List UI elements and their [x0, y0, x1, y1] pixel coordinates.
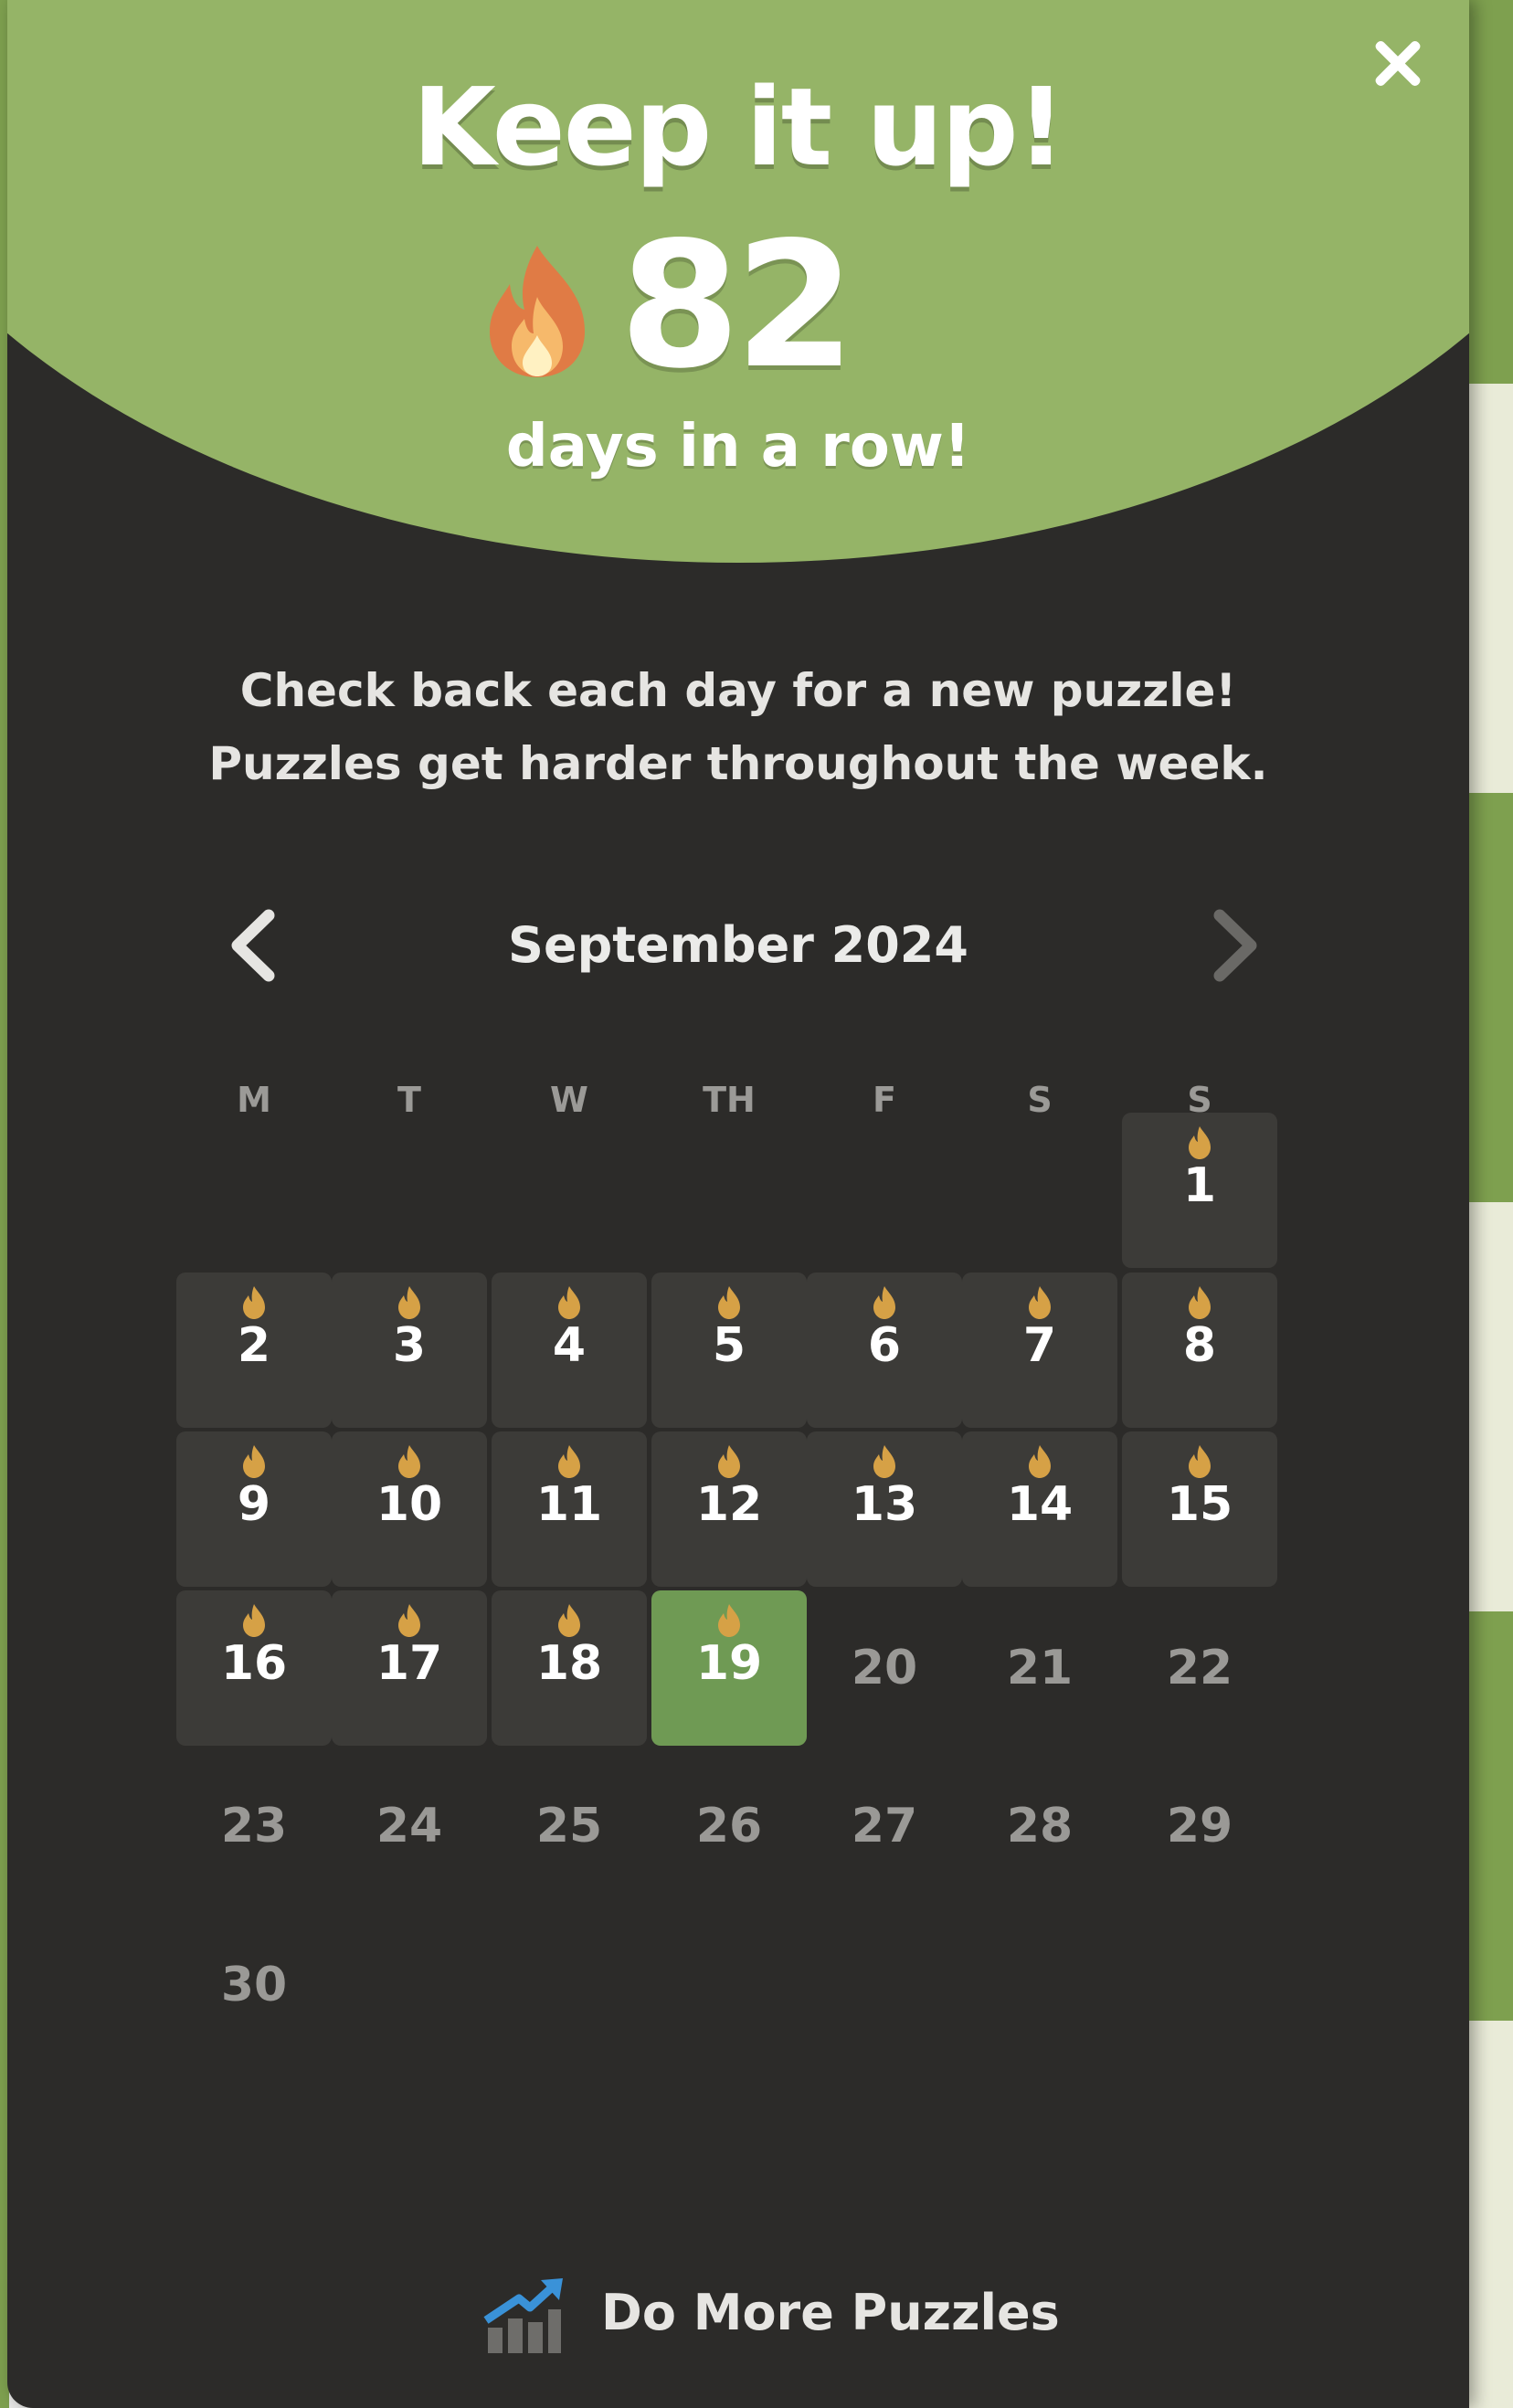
info-line-2: Puzzles get harder throughout the week.: [208, 737, 1268, 790]
streak-caption: days in a row!: [505, 413, 971, 481]
flame-icon: [1029, 1445, 1051, 1478]
day-number: 29: [1166, 1799, 1233, 1854]
calendar-day-30: 30: [176, 1907, 332, 2063]
flame-icon: [398, 1604, 420, 1637]
flame-icon: [718, 1286, 740, 1319]
day-number: 28: [1006, 1799, 1074, 1854]
calendar-day-23: 23: [176, 1748, 332, 1904]
flame-icon: [1189, 1445, 1211, 1478]
day-number: 23: [220, 1799, 288, 1854]
day-number: 17: [376, 1636, 443, 1691]
calendar-day-2[interactable]: 2: [176, 1273, 332, 1428]
day-number: 20: [851, 1641, 918, 1695]
day-number: 4: [552, 1318, 587, 1373]
day-number: 30: [220, 1958, 288, 2012]
calendar-day-22: 22: [1122, 1590, 1277, 1746]
day-number: 27: [851, 1799, 918, 1854]
calendar-day-14[interactable]: 14: [962, 1431, 1117, 1587]
day-number: 14: [1006, 1477, 1074, 1532]
flame-icon: [398, 1445, 420, 1478]
day-number: 1: [1182, 1158, 1217, 1213]
calendar-day-8[interactable]: 8: [1122, 1273, 1277, 1428]
calendar-day-11[interactable]: 11: [492, 1431, 647, 1587]
flame-icon: [243, 1286, 265, 1319]
flame-icon: [398, 1286, 420, 1319]
flame-icon: [558, 1286, 580, 1319]
calendar-day-7[interactable]: 7: [962, 1273, 1117, 1428]
info-line-1: Check back each day for a new puzzle!: [239, 664, 1237, 717]
calendar-day-6[interactable]: 6: [807, 1273, 962, 1428]
calendar-day-3[interactable]: 3: [332, 1273, 487, 1428]
calendar-day-20: 20: [807, 1590, 962, 1746]
chevron-right-icon: [1213, 909, 1257, 982]
calendar-day-18[interactable]: 18: [492, 1590, 647, 1746]
weekday-label: S: [1027, 1080, 1053, 1120]
calendar-day-27: 27: [807, 1748, 962, 1904]
weekday-label: W: [550, 1080, 588, 1120]
flame-icon: [1029, 1286, 1051, 1319]
flame-icon: [873, 1286, 895, 1319]
calendar-day-1[interactable]: 1: [1122, 1113, 1277, 1268]
day-number: 24: [376, 1799, 443, 1854]
calendar-day-10[interactable]: 10: [332, 1431, 487, 1587]
flame-icon: [558, 1604, 580, 1637]
day-number: 2: [237, 1318, 271, 1373]
calendar-day-29: 29: [1122, 1748, 1277, 1904]
do-more-puzzles-button[interactable]: Do More Puzzles: [473, 2265, 1060, 2366]
calendar-day-28: 28: [962, 1748, 1117, 1904]
board-edge-right: [1462, 0, 1513, 2408]
do-more-puzzles-label: Do More Puzzles: [601, 2284, 1060, 2341]
calendar-day-9[interactable]: 9: [176, 1431, 332, 1587]
streak-count: 82: [619, 205, 855, 407]
day-number: 3: [392, 1318, 427, 1373]
calendar-day-15[interactable]: 15: [1122, 1431, 1277, 1587]
fire-icon: [490, 246, 585, 377]
calendar-day-21: 21: [962, 1590, 1117, 1746]
flame-icon: [243, 1604, 265, 1637]
flame-icon: [1189, 1286, 1211, 1319]
day-number: 7: [1022, 1318, 1057, 1373]
day-number: 5: [712, 1318, 746, 1373]
modal-headline: Keep it up!: [412, 64, 1065, 190]
day-number: 21: [1006, 1641, 1074, 1695]
flame-icon: [1189, 1126, 1211, 1159]
day-number: 6: [867, 1318, 902, 1373]
weekday-label: F: [873, 1080, 896, 1120]
calendar-day-12[interactable]: 12: [651, 1431, 807, 1587]
calendar-day-24: 24: [332, 1748, 487, 1904]
streak-counter: 82: [482, 215, 994, 397]
flame-icon: [718, 1445, 740, 1478]
day-number: 18: [535, 1636, 603, 1691]
flame-icon: [243, 1445, 265, 1478]
day-number: 12: [695, 1477, 763, 1532]
calendar-day-26: 26: [651, 1748, 807, 1904]
info-text: Check back each day for a new puzzle! Pu…: [7, 654, 1469, 800]
day-number: 22: [1166, 1641, 1233, 1695]
calendar-day-4[interactable]: 4: [492, 1273, 647, 1428]
weekday-label: T: [397, 1080, 421, 1120]
day-number: 25: [535, 1799, 603, 1854]
day-number: 16: [220, 1636, 288, 1691]
day-number: 19: [695, 1636, 763, 1691]
calendar-day-25: 25: [492, 1748, 647, 1904]
calendar-day-13[interactable]: 13: [807, 1431, 962, 1587]
calendar-day-17[interactable]: 17: [332, 1590, 487, 1746]
day-number: 11: [535, 1477, 603, 1532]
calendar-day-19[interactable]: 19: [651, 1590, 807, 1746]
day-number: 26: [695, 1799, 763, 1854]
day-number: 8: [1182, 1318, 1217, 1373]
calendar-day-16[interactable]: 16: [176, 1590, 332, 1746]
day-number: 13: [851, 1477, 918, 1532]
day-number: 9: [237, 1477, 271, 1532]
day-number: 15: [1166, 1477, 1233, 1532]
weekday-label: M: [237, 1080, 271, 1120]
day-number: 10: [376, 1477, 443, 1532]
streak-modal: Keep it up! 82 days in a row! Check back…: [7, 0, 1469, 2408]
flame-icon: [873, 1445, 895, 1478]
weekday-label: TH: [703, 1080, 756, 1120]
flame-icon: [718, 1604, 740, 1637]
flame-icon: [558, 1445, 580, 1478]
chart-arrow-icon: [483, 2278, 563, 2353]
calendar-day-5[interactable]: 5: [651, 1273, 807, 1428]
